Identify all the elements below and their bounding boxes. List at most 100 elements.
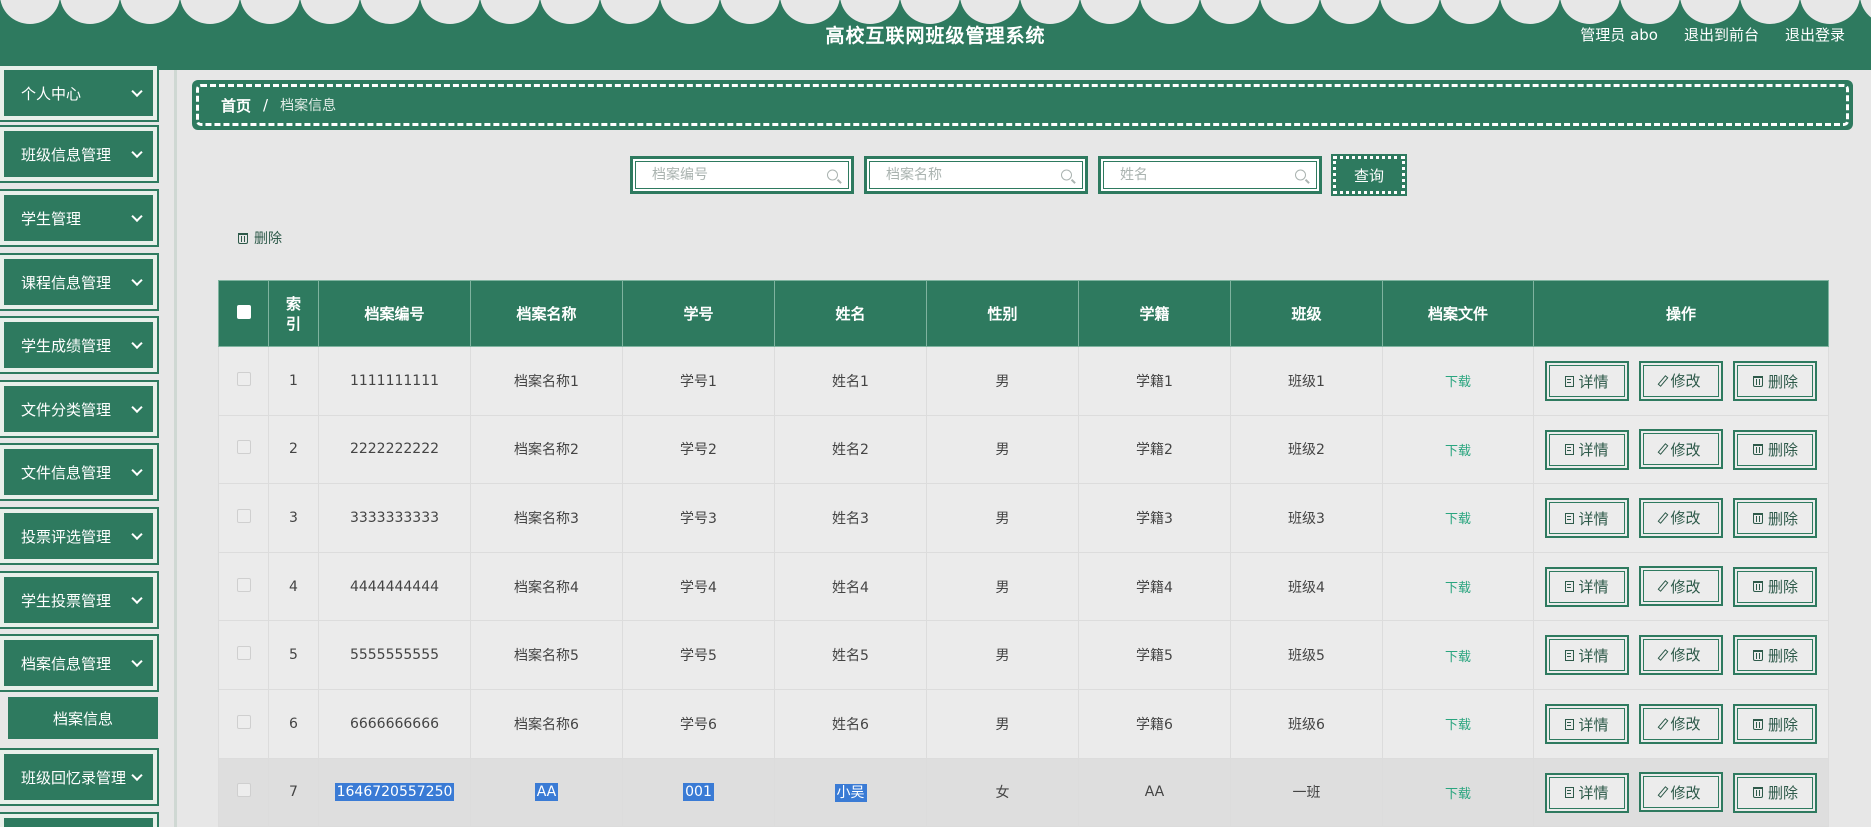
search-icon xyxy=(827,169,838,181)
logout-link[interactable]: 退出登录 xyxy=(1785,24,1845,45)
search-icon xyxy=(1061,169,1072,181)
column-header: 学号 xyxy=(622,280,775,347)
cell-name: 姓名2 xyxy=(774,414,927,485)
sidebar-item-archive-info[interactable]: 档案信息管理 xyxy=(0,634,159,692)
row-checkbox[interactable] xyxy=(236,440,251,455)
trash-icon xyxy=(1752,581,1763,593)
sidebar-item-file-info[interactable]: 文件信息管理 xyxy=(0,443,159,501)
cell-student-id: 学号6 xyxy=(622,688,775,759)
detail-button[interactable]: 详情 xyxy=(1544,566,1629,607)
trash-icon xyxy=(1752,718,1763,730)
cell-student-id: 学号4 xyxy=(622,551,775,622)
delete-button[interactable]: 删除 xyxy=(1733,635,1818,676)
delete-label: 删除 xyxy=(1767,372,1798,391)
archive-number-input[interactable] xyxy=(636,162,848,188)
detail-button[interactable]: 详情 xyxy=(1544,498,1629,539)
detail-button[interactable]: 详情 xyxy=(1544,635,1629,676)
edit-button[interactable]: 修改 xyxy=(1639,566,1723,607)
edit-label: 修改 xyxy=(1670,440,1701,459)
document-icon xyxy=(1564,512,1574,524)
cell-archive-number: 6666666666 xyxy=(318,688,471,759)
edit-button[interactable]: 修改 xyxy=(1639,497,1723,538)
cell-student-id: 001 xyxy=(683,783,714,802)
table-header-row: 索引 档案编号 档案名称 学号 姓名 性别 学籍 班级 档案文件 操作 xyxy=(218,280,1829,347)
delete-button[interactable]: 删除 xyxy=(1733,429,1818,470)
download-link[interactable]: 下载 xyxy=(1445,650,1471,665)
delete-button[interactable]: 删除 xyxy=(1733,566,1818,607)
detail-button[interactable]: 详情 xyxy=(1544,704,1629,745)
column-header: 班级 xyxy=(1230,280,1383,347)
exit-to-front-link[interactable]: 退出到前台 xyxy=(1684,24,1759,45)
sidebar-item-file-category[interactable]: 文件分类管理 xyxy=(0,380,159,438)
sidebar-item-grades[interactable]: 学生成绩管理 xyxy=(0,316,159,374)
sidebar-item-student-votes[interactable]: 学生投票管理 xyxy=(0,571,159,629)
table-row: 1 1111111111 档案名称1 学号1 姓名1 男 学籍1 班级1 下载 … xyxy=(218,346,1829,416)
current-user: 管理员 abo xyxy=(1580,26,1658,44)
edit-button[interactable]: 修改 xyxy=(1639,634,1723,675)
detail-button[interactable]: 详情 xyxy=(1544,361,1629,402)
edit-button[interactable]: 修改 xyxy=(1639,703,1723,744)
sidebar-item-label: 档案信息管理 xyxy=(21,654,112,673)
sidebar-item-more[interactable] xyxy=(0,812,159,827)
breadcrumb-home[interactable]: 首页 xyxy=(221,95,251,116)
delete-button[interactable]: 删除 xyxy=(1733,704,1818,745)
cell-enrollment: 学籍6 xyxy=(1078,688,1231,759)
edit-button[interactable]: 修改 xyxy=(1639,360,1723,401)
cell-enrollment: 学籍2 xyxy=(1078,414,1231,485)
cell-gender: 男 xyxy=(926,346,1079,416)
detail-label: 详情 xyxy=(1578,441,1609,460)
sidebar-item-label: 课程信息管理 xyxy=(21,273,112,292)
edit-button[interactable]: 修改 xyxy=(1639,772,1723,813)
student-name-search xyxy=(1098,156,1322,194)
sidebar-subitem-archive[interactable]: 档案信息 xyxy=(8,697,158,739)
sidebar-item-personal-center[interactable]: 个人中心 xyxy=(0,64,159,122)
row-checkbox[interactable] xyxy=(236,783,251,798)
chevron-down-icon xyxy=(131,210,143,223)
cell-archive-number: 1111111111 xyxy=(318,346,471,416)
download-link[interactable]: 下载 xyxy=(1445,444,1471,459)
trash-icon xyxy=(1752,512,1763,524)
cell-name: 小吴 xyxy=(834,784,867,803)
delete-button[interactable]: 删除 xyxy=(1733,498,1818,539)
query-button[interactable]: 查询 xyxy=(1331,154,1407,196)
edit-button[interactable]: 修改 xyxy=(1639,429,1723,470)
archive-name-input[interactable] xyxy=(870,162,1082,188)
download-link[interactable]: 下载 xyxy=(1445,581,1471,596)
detail-button[interactable]: 详情 xyxy=(1544,772,1629,813)
cell-archive-number: 4444444444 xyxy=(318,551,471,622)
cell-archive-name: 档案名称4 xyxy=(470,551,623,622)
row-checkbox[interactable] xyxy=(236,646,251,661)
edit-label: 修改 xyxy=(1670,715,1701,734)
cell-archive-name: 档案名称2 xyxy=(470,414,623,485)
cell-gender: 男 xyxy=(926,414,1079,485)
download-link[interactable]: 下载 xyxy=(1445,718,1471,733)
cell-archive-number: 3333333333 xyxy=(318,483,471,553)
select-all-checkbox[interactable] xyxy=(236,304,251,319)
delete-button[interactable]: 删除 xyxy=(1733,772,1818,813)
download-link[interactable]: 下载 xyxy=(1445,787,1471,802)
chevron-down-icon xyxy=(131,401,143,414)
delete-label: 删除 xyxy=(1767,578,1798,597)
chevron-down-icon xyxy=(131,464,143,477)
detail-button[interactable]: 详情 xyxy=(1544,429,1629,470)
row-checkbox[interactable] xyxy=(236,577,251,592)
download-link[interactable]: 下载 xyxy=(1445,375,1471,390)
row-checkbox[interactable] xyxy=(236,371,251,386)
download-link[interactable]: 下载 xyxy=(1445,512,1471,527)
chevron-down-icon xyxy=(131,769,143,782)
table-row: 2 2222222222 档案名称2 学号2 姓名2 男 学籍2 班级2 下载 … xyxy=(218,414,1829,485)
cell-class: 一班 xyxy=(1230,757,1383,827)
sidebar-item-class-info[interactable]: 班级信息管理 xyxy=(0,125,159,183)
batch-delete-button[interactable]: 删除 xyxy=(238,228,282,248)
row-checkbox[interactable] xyxy=(236,714,251,729)
delete-button[interactable]: 删除 xyxy=(1733,361,1818,402)
student-name-input[interactable] xyxy=(1104,162,1316,188)
sidebar-item-class-memoir[interactable]: 班级回忆录管理 xyxy=(0,748,159,806)
archive-name-search xyxy=(864,156,1088,194)
cell-archive-name: 档案名称1 xyxy=(470,346,623,416)
sidebar-item-courses[interactable]: 课程信息管理 xyxy=(0,253,159,311)
sidebar-item-students[interactable]: 学生管理 xyxy=(0,189,159,247)
sidebar-item-vote-selection[interactable]: 投票评选管理 xyxy=(0,507,159,565)
row-checkbox[interactable] xyxy=(236,508,251,523)
edit-label: 修改 xyxy=(1670,372,1701,391)
